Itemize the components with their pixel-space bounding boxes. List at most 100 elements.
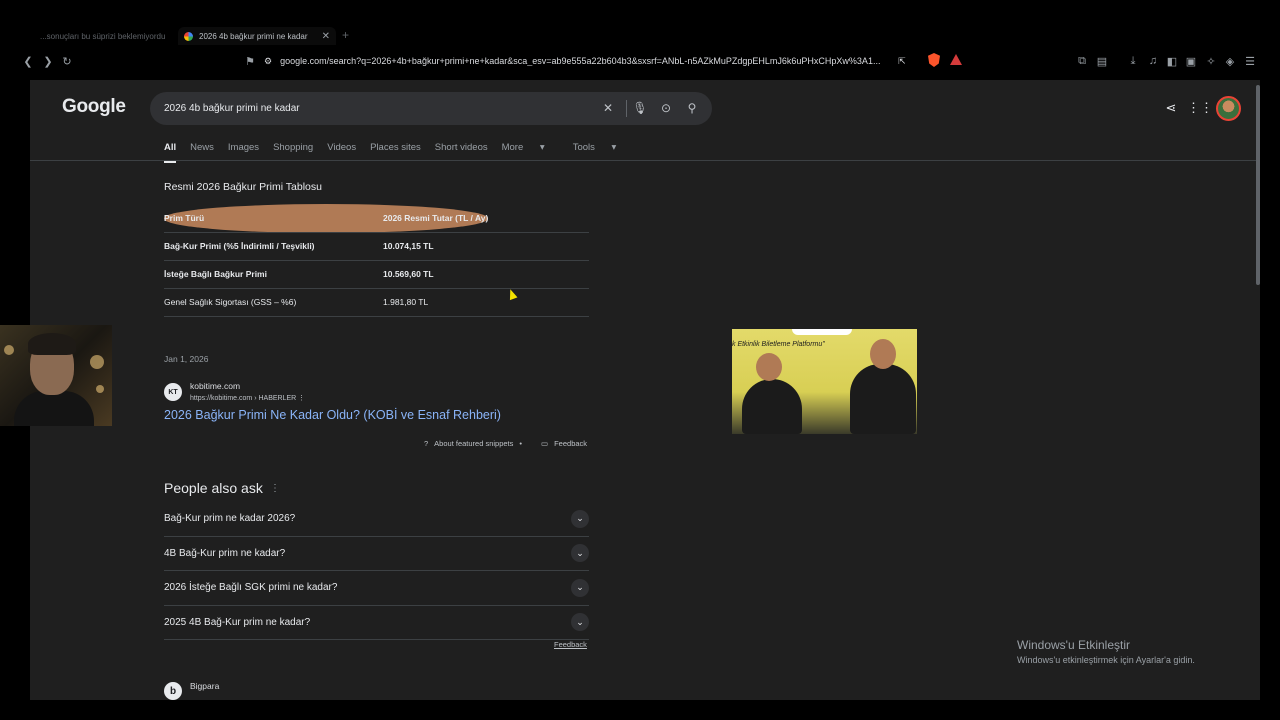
bigpara-favicon-icon[interactable]: b <box>164 682 182 700</box>
paa-question-text: 2026 İsteğe Bağlı SGK primi ne kadar? <box>164 582 338 594</box>
bookmark-icon[interactable]: ⚑ <box>242 53 258 69</box>
chevron-down-icon[interactable]: ⌄ <box>571 613 589 632</box>
site-info-icon[interactable]: ⚙ <box>264 56 272 67</box>
chevron-down-icon[interactable]: ⌄ <box>571 509 589 528</box>
presenter-body <box>14 391 94 426</box>
reader-icon[interactable]: ▤ <box>1094 53 1110 69</box>
help-icon: ? <box>424 439 429 448</box>
feedback-icon: ▭ <box>541 439 549 448</box>
windows-activation-watermark: Windows'u Etkinleştir Windows'u etkinleş… <box>1017 638 1195 665</box>
source-favicon-icon[interactable]: KT <box>164 383 182 401</box>
google-logo[interactable]: Google <box>62 96 126 118</box>
source-name[interactable]: kobitime.com <box>190 381 240 391</box>
video-thumbnail[interactable]: k Etkinlik Biletleme Platformu" <box>732 329 917 434</box>
feedback-link[interactable]: ▭ Feedback <box>541 439 587 448</box>
table-header: 2026 Resmi Tutar (TL / Ay) <box>383 204 489 233</box>
apps-grid-icon[interactable]: ⋮⋮ <box>1187 100 1213 116</box>
dot-separator: • <box>519 439 523 448</box>
result-link[interactable]: 2026 Bağkur Primi Ne Kadar Oldu? (KOBİ v… <box>164 408 501 422</box>
share-icon[interactable]: ⋖ <box>1163 100 1179 116</box>
vpn-icon[interactable]: ◈ <box>1222 53 1238 69</box>
source-url[interactable]: https://kobitime.com › HABERLER ⋮ <box>190 394 305 402</box>
new-tab-icon[interactable]: + <box>342 28 349 42</box>
chevron-down-icon[interactable]: ⌄ <box>571 578 589 597</box>
snippet-table: Prim Türü 2026 Resmi Tutar (TL / Ay) Bağ… <box>164 204 589 317</box>
paa-question[interactable]: 2025 4B Bağ-Kur prim ne kadar? ⌄ <box>164 606 589 640</box>
paa-question-text: Bağ-Kur prim ne kadar 2026? <box>164 513 296 525</box>
address-bar[interactable]: ⚙ google.com/search?q=2026+4b+bağkur+pri… <box>264 52 972 70</box>
google-favicon-icon <box>184 31 193 41</box>
source-url-text: https://kobitime.com › HABERLER <box>190 395 297 402</box>
reload-icon[interactable]: ↻ <box>59 53 75 69</box>
bottom-bar <box>0 700 1280 720</box>
thumbnail-caption: k Etkinlik Biletleme Platformu" <box>732 341 825 348</box>
watermark-title: Windows'u Etkinleştir <box>1017 638 1130 652</box>
close-tab-icon[interactable]: ✕ <box>322 31 330 42</box>
sidebar-icon[interactable]: ◧ <box>1164 53 1180 69</box>
search-input[interactable]: 2026 4b bağkur primi ne kadar <box>164 103 300 114</box>
paa-question[interactable]: 2026 İsteğe Bağlı SGK primi ne kadar? ⌄ <box>164 571 589 606</box>
browser-tab-active[interactable]: 2026 4b bağkur primi ne kadar ✕ <box>178 27 336 45</box>
person-left <box>742 379 802 434</box>
person-right <box>850 364 916 434</box>
person-right-head <box>870 339 896 369</box>
table-cell: 10.074,15 TL <box>383 232 589 261</box>
account-avatar[interactable] <box>1216 96 1241 121</box>
tab-tools-label: Tools <box>572 142 595 153</box>
next-result-source[interactable]: Bigpara <box>190 681 219 691</box>
paa-feedback-link[interactable]: Feedback <box>554 640 587 649</box>
presenter-hair <box>28 333 76 355</box>
chevron-down-icon[interactable]: ⌄ <box>571 544 589 563</box>
extensions-icon[interactable]: ⧉ <box>1074 53 1090 69</box>
table-cell: Genel Sağlık Sigortası (GSS – %6) <box>164 288 383 317</box>
tab-strip: ...sonuçları bu süprizi beklemiyordu 202… <box>0 24 1280 46</box>
menu-icon[interactable]: ☰ <box>1242 53 1258 69</box>
paa-question-text: 4B Bağ-Kur prim ne kadar? <box>164 547 286 559</box>
wallet-icon[interactable]: ▣ <box>1183 53 1199 69</box>
webcam-overlay <box>0 325 112 426</box>
paa-question[interactable]: 4B Bağ-Kur prim ne kadar? ⌄ <box>164 537 589 571</box>
thumbnail-logo-band <box>792 329 852 335</box>
paa-title: People also ask <box>164 480 263 496</box>
share-url-icon[interactable]: ⇱ <box>898 56 906 67</box>
browser-toolbar: ❮ ❯ ↻ ⚑ ⚙ google.com/search?q=2026+4b+ba… <box>0 46 1280 76</box>
scrollbar[interactable] <box>1256 85 1260 285</box>
microphone-icon[interactable]: 🎙 <box>632 100 648 116</box>
about-featured-snippets[interactable]: ? About featured snippets • <box>424 439 522 448</box>
table-cell: İsteğe Bağlı Bağkur Primi <box>164 260 383 289</box>
search-divider <box>626 100 627 117</box>
table-cell: 1.981,80 TL <box>383 288 589 317</box>
search-icon[interactable]: ⚲ <box>684 100 700 116</box>
paa-options-icon[interactable]: ⋮ <box>270 483 280 494</box>
table-row: Genel Sağlık Sigortası (GSS – %6) 1.981,… <box>164 288 589 317</box>
tabs-divider <box>30 160 1260 161</box>
bokeh-light <box>90 355 104 369</box>
snippet-title: Resmi 2026 Bağkur Primi Tablosu <box>164 181 322 193</box>
paa-list: Bağ-Kur prim ne kadar 2026? ⌄ 4B Bağ-Kur… <box>164 502 589 640</box>
media-icon[interactable]: ♫ <box>1145 53 1161 69</box>
more-options-icon[interactable]: ⋮ <box>298 395 305 402</box>
lens-icon[interactable]: ⊙ <box>658 100 674 116</box>
clear-icon[interactable]: ✕ <box>600 100 616 116</box>
snippet-date: Jan 1, 2026 <box>164 354 209 364</box>
bokeh-light <box>96 385 104 393</box>
screen: ...sonuçları bu süprizi beklemiyordu 202… <box>0 0 1280 720</box>
brave-rewards-icon[interactable] <box>950 54 962 65</box>
tab-title: 2026 4b bağkur primi ne kadar <box>199 31 308 41</box>
person-left-head <box>756 353 782 381</box>
browser-tab-inactive[interactable]: ...sonuçları bu süprizi beklemiyordu <box>40 27 175 45</box>
back-icon[interactable]: ❮ <box>20 53 36 69</box>
bokeh-light <box>4 345 14 355</box>
about-label: About featured snippets <box>434 439 514 448</box>
paa-question[interactable]: Bağ-Kur prim ne kadar 2026? ⌄ <box>164 502 589 537</box>
download-icon[interactable]: ⤓ <box>1125 53 1141 69</box>
tab-title: ...sonuçları bu süprizi beklemiyordu <box>40 31 166 41</box>
watermark-subtitle: Windows'u etkinleştirmek için Ayarlar'a … <box>1017 655 1195 665</box>
forward-icon[interactable]: ❯ <box>40 53 56 69</box>
search-box[interactable]: 2026 4b bağkur primi ne kadar ✕ 🎙 ⊙ ⚲ <box>150 92 712 125</box>
leo-ai-icon[interactable]: ✧ <box>1203 53 1219 69</box>
caret-down-icon: ▾ <box>539 142 545 153</box>
tab-more-label: More <box>501 142 524 153</box>
caret-down-icon: ▾ <box>611 142 617 153</box>
paa-question-text: 2025 4B Bağ-Kur prim ne kadar? <box>164 616 311 628</box>
